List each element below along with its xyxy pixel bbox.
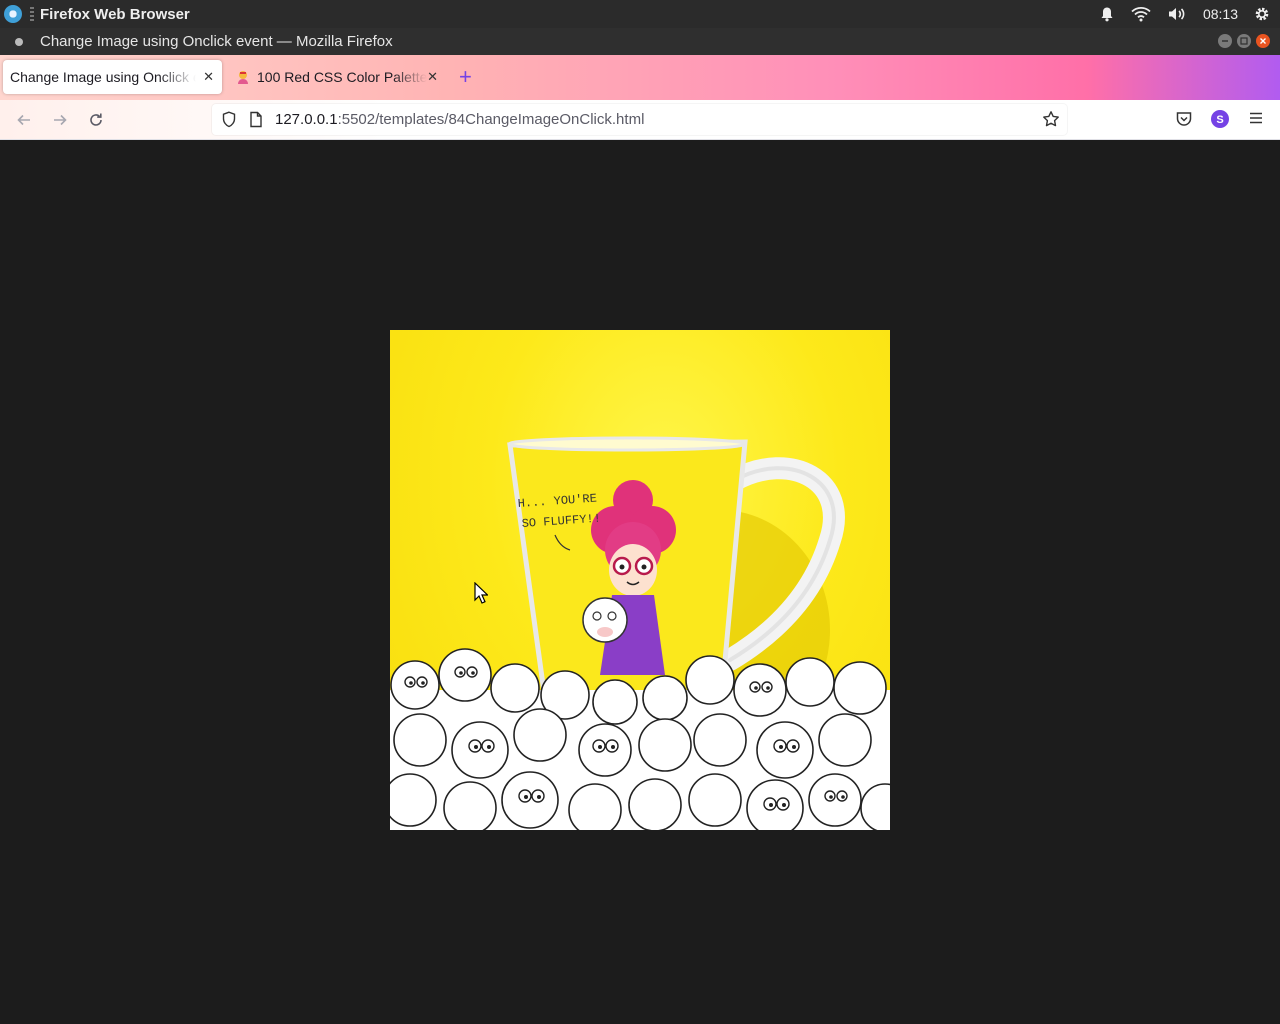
firefox-app-icon[interactable] [4,5,22,23]
tab-change-image[interactable]: Change Image using Onclick event ✕ [3,60,222,94]
volume-icon[interactable] [1167,6,1187,22]
account-initial: S [1216,114,1223,126]
tab-red-css-palettes[interactable]: 100 Red CSS Color Palettes ✕ [226,60,448,94]
close-tab-icon[interactable]: ✕ [203,69,214,85]
reload-icon[interactable] [86,110,106,130]
window-title: Change Image using Onclick event — Mozil… [40,33,393,50]
account-avatar[interactable]: S [1211,110,1229,133]
mug-illustration: H... YOU'RE SO FLUFFY!! [390,436,890,830]
page-info-icon[interactable] [249,111,263,133]
maximize-icon[interactable] [1237,34,1251,48]
system-top-bar: Firefox Web Browser 08:13 [0,0,1280,28]
mug-image[interactable]: H... YOU'RE SO FLUFFY!! [390,330,890,830]
mouse-cursor-icon [474,581,489,609]
minimize-icon[interactable] [1218,34,1232,48]
pocket-icon[interactable] [1175,110,1193,133]
tracking-shield-icon[interactable] [221,111,237,133]
hamburger-menu-icon[interactable] [1248,110,1264,131]
system-tray[interactable]: 08:13 [1099,0,1280,28]
tab-strip: Change Image using Onclick event ✕ 100 R… [0,55,1280,100]
settings-gear-icon[interactable] [1254,6,1270,22]
url-host: 127.0.0.1 [275,111,338,128]
wifi-icon[interactable] [1131,6,1151,22]
clock[interactable]: 08:13 [1203,6,1238,22]
close-tab-icon[interactable]: ✕ [427,69,438,85]
tab-label: 100 Red CSS Color Palettes [257,69,427,85]
bookmark-star-icon[interactable] [1042,110,1060,133]
window-titlebar[interactable]: Change Image using Onclick event — Mozil… [0,28,1280,55]
notification-bell-icon[interactable] [1099,6,1115,22]
page-content: H... YOU'RE SO FLUFFY!! [0,141,1280,1024]
palette-favicon-icon [235,69,251,85]
address-bar[interactable]: 127.0.0.1:5502/templates/84ChangeImageOn… [212,104,1067,135]
window-menu-icon[interactable] [15,37,23,46]
tab-label: Change Image using Onclick event [10,69,196,85]
back-arrow-icon[interactable] [14,110,34,130]
forward-arrow-icon[interactable] [50,110,70,130]
url-text[interactable]: 127.0.0.1:5502/templates/84ChangeImageOn… [275,111,644,128]
active-app-name[interactable]: Firefox Web Browser [40,6,190,23]
close-window-icon[interactable] [1256,34,1270,48]
menu-grip-icon [30,7,34,21]
url-path: :5502/templates/84ChangeImageOnClick.htm… [337,111,645,128]
new-tab-plus-icon[interactable]: + [459,64,472,90]
navigation-toolbar: 127.0.0.1:5502/templates/84ChangeImageOn… [0,100,1280,140]
